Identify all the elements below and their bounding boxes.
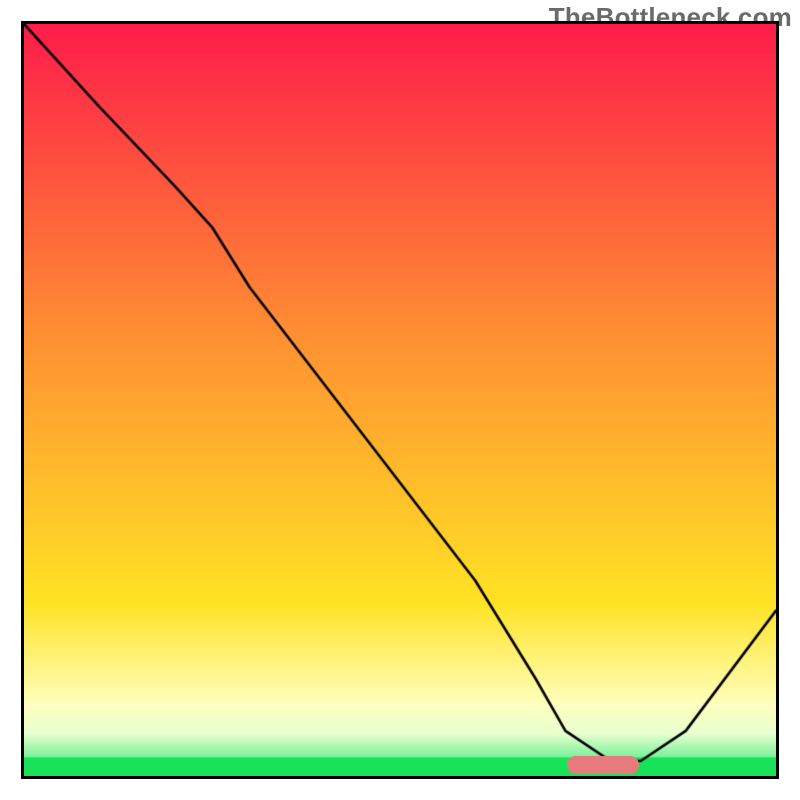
optimal-marker xyxy=(567,756,638,774)
main-curve xyxy=(24,24,776,776)
chart-container: TheBottleneck.com xyxy=(0,0,800,800)
plot-frame xyxy=(21,21,779,779)
